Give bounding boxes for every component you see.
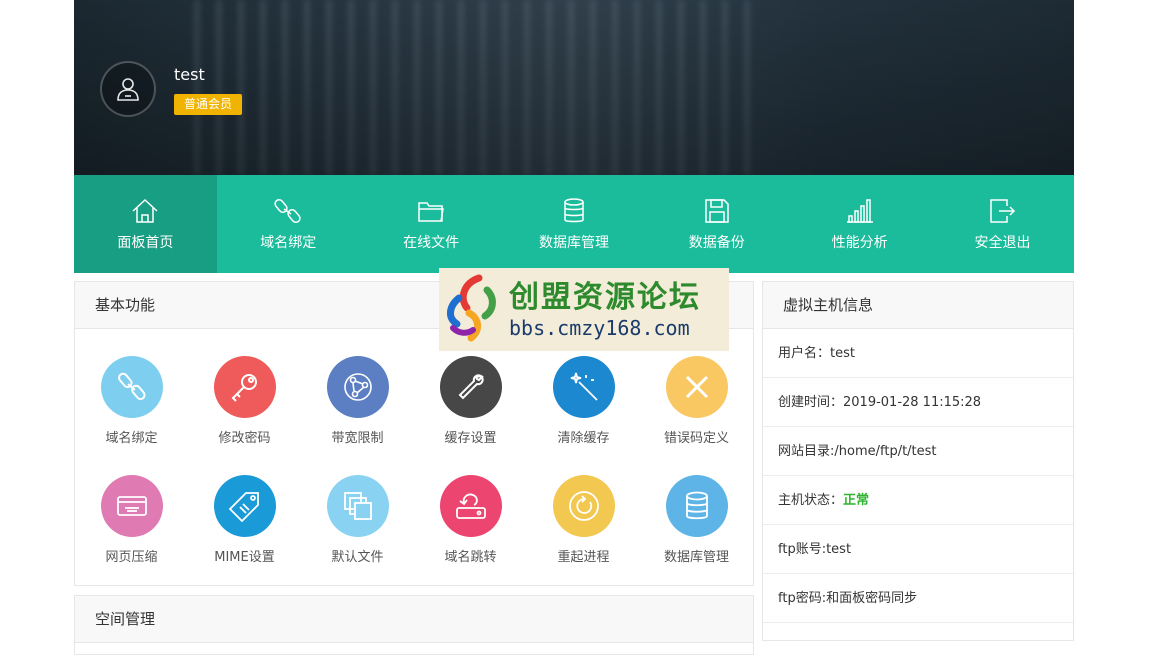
- key-icon: [231, 374, 257, 402]
- nav-performance[interactable]: 性能分析: [788, 175, 931, 273]
- close-icon: [685, 375, 708, 399]
- info-status: 主机状态：正常: [763, 476, 1073, 525]
- save-icon: [705, 199, 729, 223]
- func-domain-binding[interactable]: 域名绑定: [75, 329, 188, 448]
- info-username: 用户名：test: [763, 329, 1073, 378]
- restart-icon: [568, 491, 599, 521]
- nav-label: 数据备份: [688, 235, 745, 251]
- func-icon-circle: [665, 475, 728, 537]
- func-icon-circle: [213, 356, 276, 418]
- func-icon-circle: [100, 475, 163, 537]
- info-webroot: 网站目录:/home/ftp/t/test: [763, 427, 1073, 476]
- space-management-panel: 空间管理: [74, 595, 754, 655]
- func-icon-circle: [552, 356, 615, 418]
- card-icon: [116, 496, 147, 516]
- logout-icon: [990, 199, 1016, 223]
- func-icon-circle: [665, 356, 728, 418]
- func-icon-circle: [326, 356, 389, 418]
- info-ftp-password: ftp密码:和面板密码同步: [763, 574, 1073, 623]
- func-mime-settings[interactable]: MIME设置: [188, 448, 301, 567]
- func-label: 数据库管理: [663, 550, 729, 565]
- func-label: 缓存设置: [444, 431, 497, 446]
- page-wrapper: test 普通会员 面板首页 域名绑定 在线文件 数据库管理 数据备份 性能分析: [74, 0, 1074, 655]
- nav-label: 面板首页: [117, 235, 174, 251]
- func-icon-circle: [552, 475, 615, 537]
- files-icon: [343, 492, 372, 520]
- nav-home[interactable]: 面板首页: [74, 175, 217, 273]
- folder-icon: [418, 202, 444, 222]
- nav-label: 数据库管理: [538, 235, 609, 251]
- link-icon: [117, 372, 146, 401]
- host-info-panel: 虚拟主机信息 用户名：test 创建时间：2019-01-28 11:15:28…: [762, 281, 1074, 641]
- func-label: 重起进程: [557, 550, 610, 565]
- forum-url: bbs.cmzy168.com: [509, 315, 690, 340]
- nav-logout[interactable]: 安全退出: [931, 175, 1074, 273]
- database-icon: [564, 198, 584, 223]
- nav-label: 在线文件: [403, 235, 460, 251]
- wrench-icon: [458, 374, 484, 400]
- func-default-files[interactable]: 默认文件: [301, 448, 414, 567]
- database-icon: [685, 491, 708, 520]
- home-icon: [132, 198, 158, 223]
- func-label: 修改密码: [218, 431, 271, 446]
- func-label: MIME设置: [214, 550, 275, 565]
- redirect-icon: [455, 493, 486, 519]
- func-database-management[interactable]: 数据库管理: [640, 448, 753, 567]
- func-change-password[interactable]: 修改密码: [188, 329, 301, 448]
- func-bandwidth-limit[interactable]: 带宽限制: [301, 329, 414, 448]
- link-icon: [274, 198, 301, 224]
- magic-wand-icon: [570, 372, 598, 401]
- nav-domain-binding[interactable]: 域名绑定: [217, 175, 360, 273]
- func-label: 网页压缩: [105, 550, 158, 565]
- func-icon-circle: [326, 475, 389, 537]
- nav-online-files[interactable]: 在线文件: [360, 175, 503, 273]
- status-value: 正常: [843, 493, 870, 508]
- user-name: test: [174, 65, 205, 84]
- nav-label: 域名绑定: [260, 235, 317, 251]
- func-icon-circle: [213, 475, 276, 537]
- status-label: 主机状态：: [778, 493, 844, 508]
- avatar[interactable]: [100, 61, 156, 117]
- panel-title: 虚拟主机信息: [763, 282, 1073, 329]
- user-icon: [117, 78, 139, 101]
- func-icon-circle: [439, 475, 502, 537]
- func-label: 默认文件: [331, 550, 384, 565]
- bar-chart-icon: [846, 199, 873, 223]
- func-label: 域名跳转: [444, 550, 497, 565]
- forum-name: 创盟资源论坛: [509, 279, 701, 315]
- func-domain-redirect[interactable]: 域名跳转: [414, 448, 527, 567]
- nav-label: 性能分析: [831, 235, 888, 251]
- forum-logo-icon: [447, 274, 496, 342]
- forum-watermark: 创盟资源论坛 bbs.cmzy168.com: [439, 268, 729, 351]
- func-label: 域名绑定: [105, 431, 158, 446]
- func-icon-circle: [439, 356, 502, 418]
- network-icon: [343, 373, 372, 401]
- nav-backup[interactable]: 数据备份: [645, 175, 788, 273]
- main-nav: 面板首页 域名绑定 在线文件 数据库管理 数据备份 性能分析 安全退出: [74, 175, 1074, 273]
- func-label: 清除缓存: [557, 431, 610, 446]
- func-web-compression[interactable]: 网页压缩: [75, 448, 188, 567]
- func-restart-process[interactable]: 重起进程: [527, 448, 640, 567]
- info-ftp-account: ftp账号:test: [763, 525, 1073, 574]
- nav-label: 安全退出: [974, 235, 1031, 251]
- func-icon-circle: [100, 356, 163, 418]
- member-level-badge: 普通会员: [174, 94, 243, 115]
- func-label: 错误码定义: [663, 431, 729, 446]
- info-created: 创建时间：2019-01-28 11:15:28: [763, 378, 1073, 427]
- tag-icon: [228, 492, 259, 523]
- nav-database[interactable]: 数据库管理: [503, 175, 646, 273]
- header-banner: test 普通会员: [74, 0, 1074, 175]
- func-label: 带宽限制: [331, 431, 384, 446]
